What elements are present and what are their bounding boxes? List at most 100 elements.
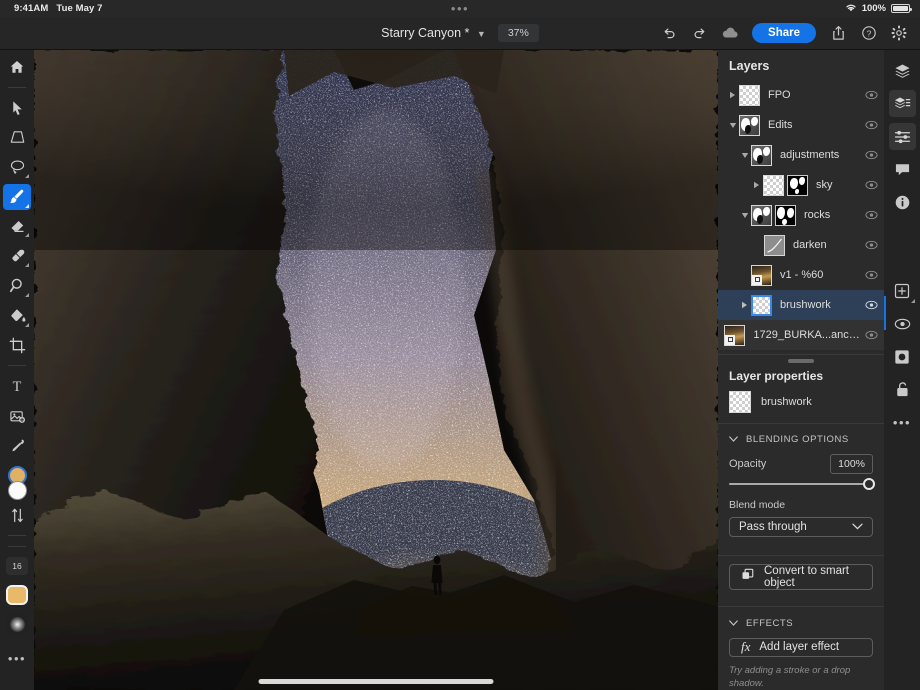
twisty-collapsed-icon[interactable] (726, 91, 739, 99)
info-icon[interactable] (889, 189, 916, 216)
add-layer-effect-button[interactable]: fx Add layer effect (729, 638, 873, 658)
layer-thumbnail[interactable] (751, 205, 772, 226)
twisty-expanded-icon[interactable] (726, 122, 739, 129)
layer-thumbnail[interactable] (739, 115, 760, 136)
layer-row[interactable]: v1 - %60 (718, 260, 884, 290)
layer-mask-thumbnail[interactable] (775, 205, 796, 226)
convert-button-label: Convert to smart object (764, 565, 861, 589)
convert-to-smart-object-button[interactable]: Convert to smart object (729, 564, 873, 590)
divider (8, 87, 26, 88)
eye-icon[interactable] (865, 120, 878, 130)
svg-text:T: T (13, 379, 22, 394)
top-bar-actions: Share ? (656, 20, 920, 47)
layer-row[interactable]: 1729_BURKA...anced-NR33 (718, 320, 884, 350)
layer-properties-title: Layer properties (718, 367, 884, 391)
place-image-icon[interactable] (3, 403, 31, 429)
eye-icon[interactable] (865, 330, 878, 340)
opacity-value-field[interactable]: 100% (830, 454, 873, 474)
layer-row[interactable]: rocks (718, 200, 884, 230)
eyedropper-icon[interactable] (3, 433, 31, 459)
cloud-sync-icon[interactable] (716, 20, 743, 47)
more-options-icon[interactable]: ••• (889, 409, 916, 436)
zoom-magnifier-icon[interactable] (3, 273, 31, 299)
curves-adjustment-thumbnail[interactable] (764, 235, 785, 256)
twisty-collapsed-icon[interactable] (738, 301, 751, 309)
layer-name: Edits (768, 119, 792, 131)
blending-options-label: BLENDING OPTIONS (746, 434, 849, 445)
panel-resize-handle[interactable] (718, 354, 884, 367)
crop-icon[interactable] (3, 333, 31, 359)
layer-name: rocks (804, 209, 830, 221)
comments-icon[interactable] (889, 156, 916, 183)
layer-thumbnail[interactable] (763, 175, 784, 196)
layer-thumbnail (729, 391, 751, 413)
share-export-icon[interactable] (825, 20, 852, 47)
redo-button[interactable] (686, 20, 713, 47)
opacity-label: Opacity (729, 458, 766, 470)
undo-button[interactable] (656, 20, 683, 47)
layer-row[interactable]: darken (718, 230, 884, 260)
document-title-text: Starry Canyon * (381, 26, 469, 40)
layer-row-selected[interactable]: brushwork (718, 290, 884, 320)
lasso-icon[interactable] (3, 154, 31, 180)
blend-mode-select[interactable]: Pass through (729, 517, 873, 537)
zoom-level-chip[interactable]: 37% (498, 24, 539, 42)
eye-icon[interactable] (865, 270, 878, 280)
eye-icon[interactable] (865, 240, 878, 250)
lock-icon[interactable] (889, 376, 916, 403)
layers-side-panel: Layers FPO (718, 50, 884, 690)
active-brush-color-swatch[interactable] (6, 585, 28, 606)
night-sky-canyon-arch-photo (34, 50, 718, 690)
layer-name: darken (793, 239, 827, 251)
home-icon[interactable] (3, 54, 31, 80)
layer-mask-thumbnail[interactable] (787, 175, 808, 196)
swap-arrows-icon[interactable] (3, 502, 31, 528)
document-title[interactable]: Starry Canyon * ▼ (381, 26, 486, 40)
healing-brush-icon[interactable] (3, 243, 31, 269)
smart-object-thumbnail[interactable] (751, 265, 772, 286)
transform-icon[interactable] (3, 124, 31, 150)
layer-row[interactable]: sky (718, 170, 884, 200)
add-layer-icon[interactable] (889, 277, 916, 304)
twisty-expanded-icon[interactable] (738, 152, 751, 159)
eraser-icon[interactable] (3, 214, 31, 240)
more-options-icon[interactable]: ••• (3, 646, 31, 672)
smart-object-thumbnail[interactable] (724, 325, 745, 346)
eye-icon[interactable] (865, 180, 878, 190)
eye-icon[interactable] (865, 210, 878, 220)
paint-bucket-icon[interactable] (3, 303, 31, 329)
divider (8, 365, 26, 366)
text-tool-icon[interactable]: T (3, 373, 31, 399)
brush-icon[interactable] (3, 184, 31, 210)
layer-row[interactable]: adjustments (718, 140, 884, 170)
opacity-slider[interactable] (718, 474, 884, 485)
adjustments-panel-icon[interactable] (889, 123, 916, 150)
image-canvas[interactable] (34, 50, 718, 690)
blending-options-header[interactable]: BLENDING OPTIONS (718, 423, 884, 454)
brush-preview-swatch[interactable] (6, 614, 28, 634)
select-arrow-icon[interactable] (3, 95, 31, 121)
layer-thumbnail[interactable] (739, 85, 760, 106)
layer-thumbnail[interactable] (751, 145, 772, 166)
battery-icon (891, 4, 910, 13)
layers-panel-icon[interactable] (889, 57, 916, 84)
twisty-collapsed-icon[interactable] (750, 181, 763, 189)
effects-header[interactable]: EFFECTS (718, 607, 884, 638)
layer-row[interactable]: Edits (718, 110, 884, 140)
panel-title: Layers (718, 50, 884, 80)
brush-size-value[interactable]: 16 (6, 557, 28, 575)
background-color-swatch[interactable] (8, 485, 27, 500)
eye-icon[interactable] (865, 300, 878, 310)
mask-icon[interactable] (889, 343, 916, 370)
gear-icon[interactable] (885, 20, 912, 47)
layer-row[interactable]: FPO (718, 80, 884, 110)
layer-thumbnail[interactable] (751, 295, 772, 316)
twisty-expanded-icon[interactable] (738, 212, 751, 219)
help-circle-icon[interactable]: ? (855, 20, 882, 47)
visibility-eye-icon[interactable] (889, 310, 916, 337)
eye-icon[interactable] (865, 90, 878, 100)
eye-icon[interactable] (865, 150, 878, 160)
layer-name: sky (816, 179, 833, 191)
layer-stack-icon[interactable] (889, 90, 916, 117)
share-button[interactable]: Share (752, 23, 816, 43)
